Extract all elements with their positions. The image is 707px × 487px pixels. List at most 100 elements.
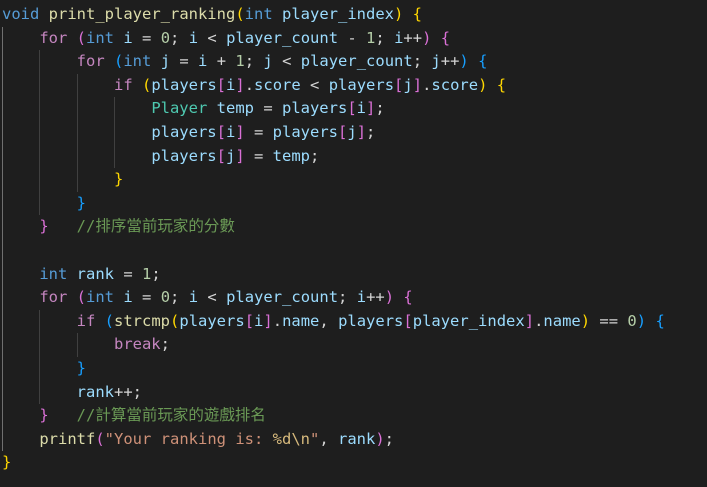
code-token: ; [338,288,357,307]
code-line[interactable]: rank++; [2,381,142,405]
code-token: players [272,123,338,141]
code-token: player_count [300,52,413,71]
code-token: + [207,52,236,71]
code-token: break [113,335,161,354]
code-token: " [309,429,320,448]
code-token: players [328,75,395,94]
code-line[interactable]: for (int i = 0; i < player_count - 1; i+… [2,27,450,51]
code-token: ; [244,52,264,71]
code-token: j [403,75,413,94]
code-line[interactable]: for (int j = i + 1; j < player_count; j+… [2,50,488,74]
code-token: ] [366,99,376,118]
code-token: } [76,193,86,212]
code-token: int [244,5,273,23]
code-token: ) [459,52,469,71]
code-line[interactable]: for (int i = 0; i < player_count; i++) { [2,286,412,310]
code-token: ) [375,429,385,448]
code-token: j [263,52,273,71]
code-token: ; [412,52,432,71]
code-token: //計算當前玩家的遊戲排名 [76,406,266,425]
code-token: j [225,146,236,165]
code-token: == [590,311,628,330]
code-token: i [226,75,236,94]
code-line[interactable]: int rank = 1; [2,263,160,287]
code-token: . [534,311,544,330]
code-line[interactable]: Player temp = players[i]; [2,97,384,121]
code-token: int [86,28,115,47]
code-line[interactable]: break; [2,333,170,357]
code-token: players [151,146,217,165]
code-token: ++ [403,28,423,47]
code-token: { [655,311,665,330]
code-token: [ [347,99,357,118]
code-token: [ [338,123,348,141]
code-token: ] [524,311,535,330]
code-token: = [244,146,273,165]
code-token: players [338,311,404,330]
code-token: = [244,123,273,141]
code-token: rank [338,429,376,448]
code-token: name [543,311,581,330]
code-token: ] [263,311,273,330]
code-token: { [412,5,423,23]
code-token: ] [356,123,367,141]
code-token: 1 [235,52,245,71]
code-token: = [114,264,142,283]
code-token: ) [636,311,647,330]
code-line[interactable]: players[j] = temp; [2,145,319,169]
code-token: ( [142,75,152,94]
code-token: ( [104,311,115,330]
code-token: ] [235,146,245,165]
code-token: } [2,453,12,472]
code-token: j [160,52,171,71]
code-token: < [300,75,329,94]
code-line[interactable]: } //計算當前玩家的遊戲排名 [2,404,266,428]
code-token: [ [244,311,255,330]
code-line[interactable]: if (players[i].score < players[j].score)… [2,74,506,98]
code-token: for [76,52,105,71]
code-token: [ [216,75,227,94]
code-token: { [496,75,507,94]
code-token: i [356,288,367,307]
code-token: ] [235,75,245,94]
code-token: . [244,75,255,94]
code-token: player_index [282,5,394,23]
code-line[interactable]: } [2,192,86,216]
code-token: - [338,28,367,47]
code-token: Player [151,99,208,118]
code-token: ] [412,75,423,94]
code-line[interactable]: printf("Your ranking is: %d\n", rank); [2,428,394,452]
code-token: ) [384,288,395,307]
code-token: } [113,170,124,189]
code-line[interactable]: void print_player_ranking(int player_ind… [2,3,422,27]
code-token: if [113,75,133,94]
code-line[interactable]: if (strcmp(players[i].name, players[play… [2,310,665,334]
code-token: 0 [627,311,637,330]
code-token: "Your ranking is: [104,429,273,448]
code-token: = [253,99,282,118]
code-editor[interactable]: void print_player_ranking(int player_ind… [0,0,707,487]
code-token: { [478,52,488,71]
code-line[interactable]: } [2,168,123,192]
code-token: strcmp [114,311,171,330]
code-line[interactable]: } //排序當前玩家的分數 [2,215,235,239]
code-line[interactable]: players[i] = players[j]; [2,121,375,145]
code-line[interactable]: } [2,451,11,475]
code-token: i [188,288,199,307]
code-token: %d\n [272,429,310,448]
code-line[interactable]: } [2,357,86,381]
